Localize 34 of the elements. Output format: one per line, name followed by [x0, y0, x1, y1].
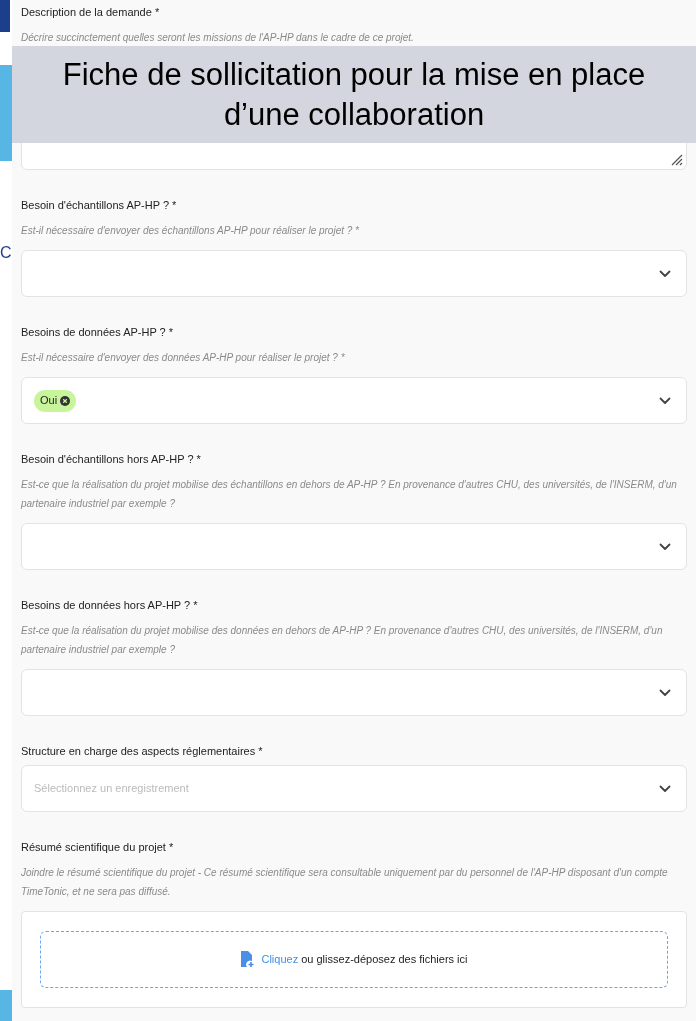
- slide-bar: [0, 990, 12, 1021]
- field-hint: Est-il nécessaire d'envoyer des données AP-HP pour réaliser le projet ? *: [21, 351, 346, 365]
- upload-link[interactable]: Cliquez: [261, 953, 299, 966]
- slide-bar: [0, 0, 10, 32]
- select-field[interactable]: [21, 523, 687, 570]
- field-label: Résumé scientifique du projet *: [21, 840, 175, 855]
- select-field[interactable]: [21, 669, 687, 716]
- remove-icon[interactable]: [60, 395, 71, 406]
- field-hint: Est-ce que la réalisation du projet mobilise des données en dehors de AP-HP ? En provenance d'autres CHU, des universités, de l'INSERM, d'un partenaire industriel par exemple ?: [21, 624, 664, 657]
- field-label: Besoin d'échantillons AP-HP ? *: [21, 198, 178, 213]
- select-placeholder: Sélectionnez un enregistrement: [34, 781, 189, 797]
- slide-letter: C: [0, 243, 12, 263]
- title-overlay: Fiche de sollicitation pour la mise en place d’une collaboration: [12, 46, 696, 143]
- field-label: Besoin d'échantillons hors AP-HP ? *: [21, 452, 202, 467]
- selected-tag[interactable]: Oui: [34, 389, 77, 412]
- drop-zone-text: Cliquez ou glissez-déposez des fichiers ici: [261, 952, 468, 968]
- field-hint: Joindre le résumé scientifique du projet - Ce résumé scientifique sera consultable uniquement par du personnel de l'AP-HP disposant d'un compte TimeTonic, et ne sera pas diffusé.: [21, 866, 669, 899]
- chevron-down-icon: [659, 269, 671, 278]
- field-label: Structure en charge des aspects réglementaires *: [21, 744, 264, 759]
- file-add-icon: [240, 951, 256, 968]
- drop-zone[interactable]: Cliquez ou glissez-déposez des fichiers ici: [40, 931, 668, 988]
- resize-handle-icon[interactable]: [669, 152, 683, 166]
- chevron-down-icon: [659, 396, 671, 405]
- field-label: Besoins de données hors AP-HP ? *: [21, 598, 199, 613]
- field-label: Besoins de données AP-HP ? *: [21, 325, 175, 340]
- field-hint: Décrire succinctement quelles seront les missions de l'AP-HP dans le cadre de ce projet.: [21, 31, 415, 45]
- field-hint: Est-il nécessaire d'envoyer des échantillons AP-HP pour réaliser le projet ? *: [21, 224, 360, 238]
- field-label: Description de la demande *: [21, 5, 161, 20]
- chevron-down-icon: [659, 688, 671, 697]
- select-field[interactable]: Oui: [21, 377, 687, 424]
- select-field[interactable]: [21, 250, 687, 297]
- field-hint: Est-ce que la réalisation du projet mobilise des échantillons en dehors de AP-HP ? En provenance d'autres CHU, des universités, de l'INSERM, d'un partenaire industriel par exemple ?: [21, 478, 678, 511]
- chevron-down-icon: [659, 542, 671, 551]
- chevron-down-icon: [659, 784, 671, 793]
